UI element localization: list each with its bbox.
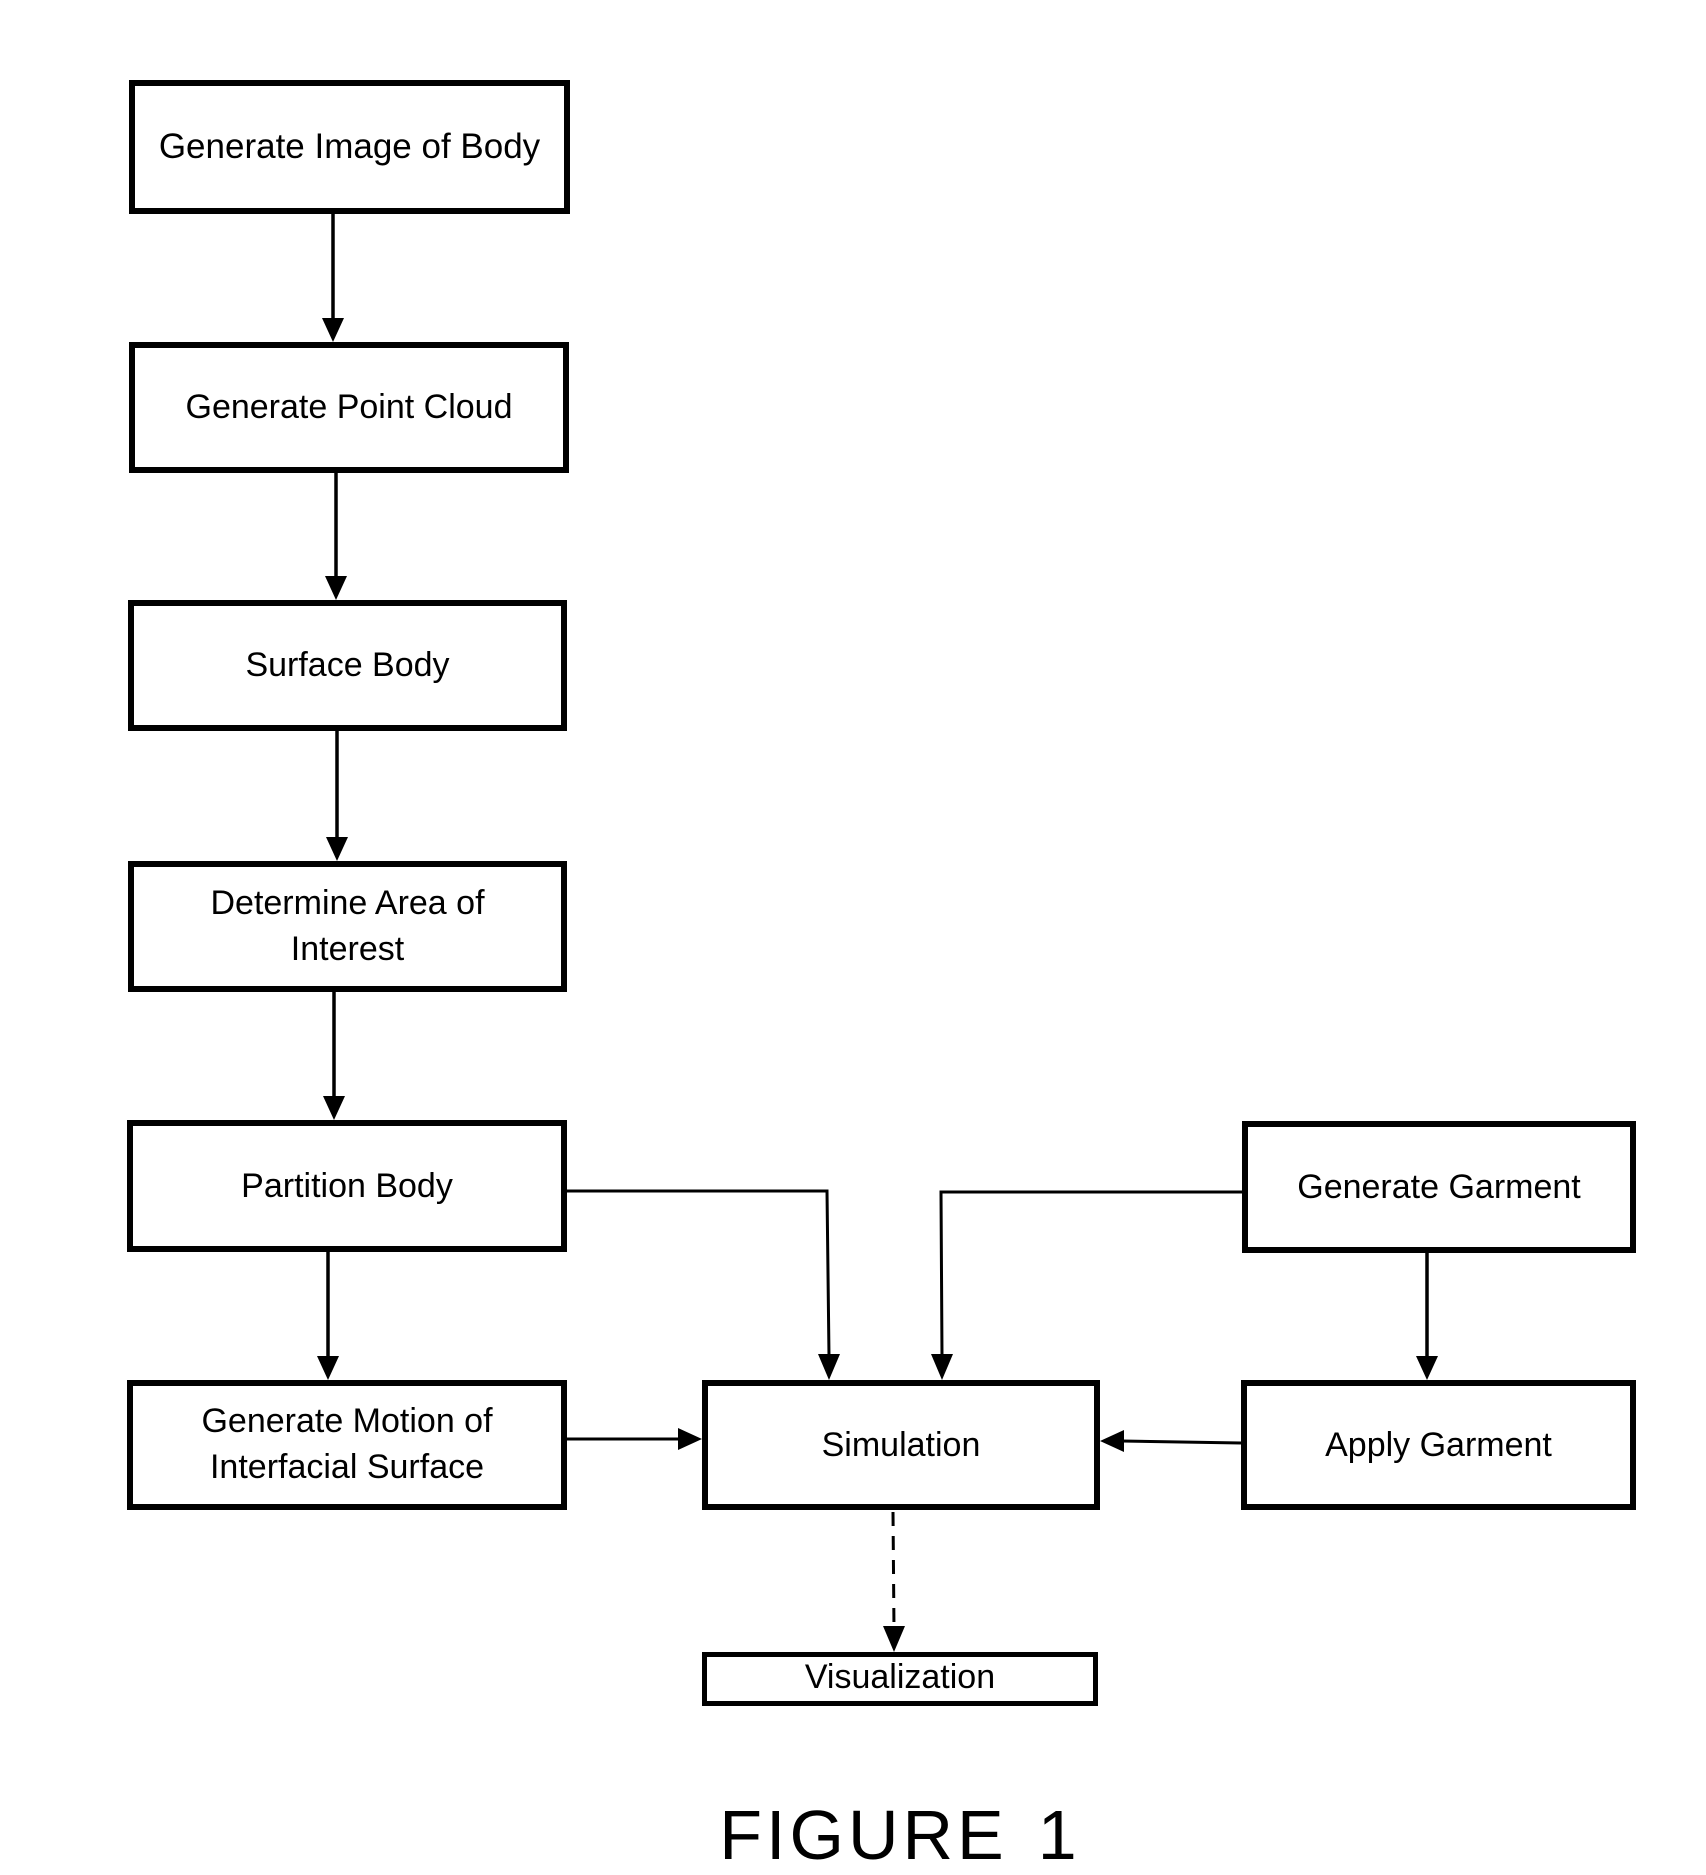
node-label: Partition Body	[241, 1166, 453, 1205]
node-simulation: Simulation	[702, 1380, 1100, 1510]
figure-caption-word: FIGURE	[719, 1796, 1008, 1874]
figure-caption-number: 1	[1037, 1796, 1081, 1874]
arrowhead-icon	[1416, 1356, 1438, 1380]
node-label: Visualization	[804, 1658, 996, 1696]
node-apply-garment: Apply Garment	[1241, 1380, 1636, 1510]
node-label: Apply Garment	[1325, 1425, 1552, 1464]
node-label: Generate Image of Body	[158, 127, 541, 167]
node-label: Simulation	[821, 1425, 981, 1464]
node-generate-motion-of-interfacial-surface: Generate Motion of Interfacial Surface	[127, 1380, 567, 1510]
node-label: Generate Garment	[1297, 1167, 1581, 1206]
arrowhead-icon	[883, 1626, 905, 1652]
node-determine-area-of-interest: Determine Area of Interest	[128, 861, 567, 992]
edge-generate-garment-to-simulation	[939, 1190, 1242, 1357]
node-generate-image-of-body: Generate Image of Body	[129, 80, 570, 214]
node-generate-point-cloud: Generate Point Cloud	[129, 342, 569, 473]
node-label: Determine Area of Interest	[210, 883, 485, 968]
arrowhead-icon	[678, 1428, 702, 1450]
node-visualization: Visualization	[702, 1652, 1098, 1706]
node-label: Surface Body	[245, 646, 450, 685]
node-partition-body: Partition Body	[127, 1120, 567, 1252]
edge-partition-body-to-simulation	[567, 1189, 831, 1357]
arrowhead-icon	[1100, 1430, 1124, 1452]
arrowhead-icon	[931, 1354, 953, 1380]
edge-simulation-to-visualization	[891, 1511, 896, 1631]
arrowhead-icon	[326, 837, 348, 861]
arrowhead-icon	[323, 1096, 345, 1120]
arrowhead-icon	[322, 318, 344, 342]
node-label: Generate Point Cloud	[185, 388, 513, 427]
arrowhead-icon	[325, 576, 347, 600]
node-surface-body: Surface Body	[128, 600, 567, 731]
arrowhead-icon	[818, 1354, 840, 1380]
node-generate-garment: Generate Garment	[1242, 1121, 1636, 1253]
edge-apply-garment-to-simulation	[1121, 1439, 1242, 1445]
node-label: Generate Motion of Interfacial Surface	[201, 1402, 493, 1486]
figure-caption: FIGURE 1	[0, 1795, 1706, 1875]
arrowhead-icon	[317, 1356, 339, 1380]
